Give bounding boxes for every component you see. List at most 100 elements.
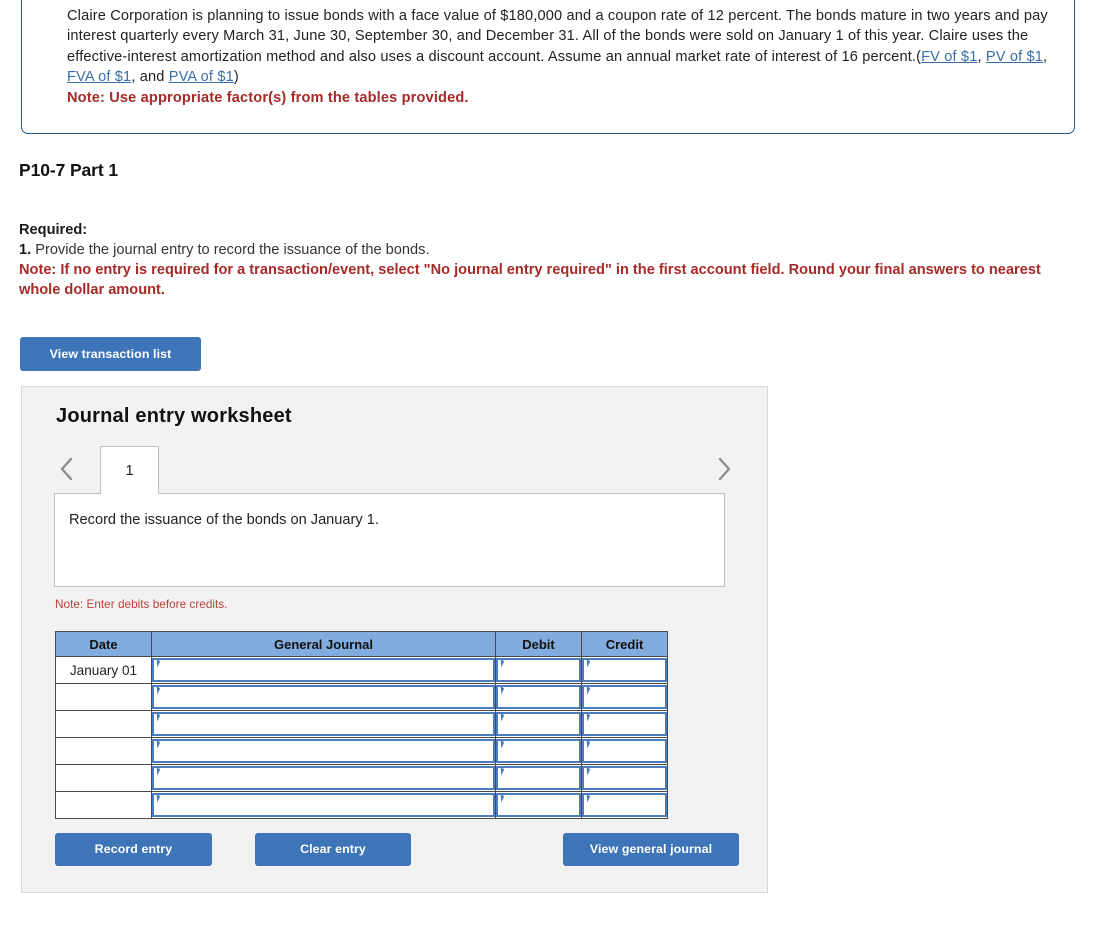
debit-input-3[interactable]: [496, 712, 581, 736]
view-general-journal-button[interactable]: View general journal: [563, 833, 739, 866]
cell-date: [55, 683, 152, 711]
journal-table-body: January 01: [55, 656, 668, 819]
required-item-text: Provide the journal entry to record the …: [31, 242, 430, 258]
worksheet-tab-1-label: 1: [125, 462, 134, 479]
view-transaction-list-button[interactable]: View transaction list: [20, 337, 201, 371]
debit-input-1[interactable]: [496, 658, 581, 682]
question-note: Note: Use appropriate factor(s) from the…: [67, 90, 469, 107]
required-note: Note: If no entry is required for a tran…: [19, 262, 1041, 298]
table-row: January 01: [55, 656, 668, 684]
chevron-left-icon[interactable]: [54, 452, 80, 486]
required-block: Required: 1. Provide the journal entry t…: [19, 220, 1079, 300]
question-paragraph-close: ): [233, 68, 239, 85]
credit-input-6[interactable]: [582, 793, 667, 817]
cell-general-journal: [151, 710, 496, 738]
transaction-description-box: Record the issuance of the bonds on Janu…: [54, 493, 725, 587]
account-select-1[interactable]: [152, 658, 495, 682]
required-label: Required:: [19, 222, 88, 238]
dropdown-marker-icon: [497, 713, 505, 722]
debit-input-2[interactable]: [496, 685, 581, 709]
cell-credit: [581, 656, 668, 684]
credit-input-2[interactable]: [582, 685, 667, 709]
dropdown-marker-icon: [153, 686, 161, 695]
journal-entry-worksheet-panel: Journal entry worksheet 1 Record the iss…: [21, 386, 768, 893]
cell-date: [55, 764, 152, 792]
debit-input-6[interactable]: [496, 793, 581, 817]
cell-debit: [495, 683, 582, 711]
cell-credit: [581, 710, 668, 738]
cell-general-journal: [151, 683, 496, 711]
pv-of-1-link[interactable]: PV of $1: [986, 49, 1043, 65]
link-separator-2: ,: [1043, 48, 1048, 65]
table-row: [55, 791, 668, 819]
credit-input-4[interactable]: [582, 739, 667, 763]
cell-general-journal: [151, 791, 496, 819]
credit-input-5[interactable]: [582, 766, 667, 790]
page-title: P10-7 Part 1: [19, 160, 118, 180]
debit-input-5[interactable]: [496, 766, 581, 790]
dropdown-marker-icon: [497, 767, 505, 776]
table-row: [55, 764, 668, 792]
clear-entry-button[interactable]: Clear entry: [255, 833, 411, 866]
dropdown-marker-icon: [583, 767, 591, 776]
question-prompt-box: Claire Corporation is planning to issue …: [21, 0, 1075, 134]
credit-input-3[interactable]: [582, 712, 667, 736]
cell-debit: [495, 764, 582, 792]
cell-date: [55, 791, 152, 819]
worksheet-tab-1[interactable]: 1: [100, 446, 159, 494]
link-separator-1: ,: [977, 48, 986, 65]
cell-general-journal: [151, 656, 496, 684]
required-item: 1. Provide the journal entry to record t…: [19, 240, 1079, 260]
dropdown-marker-icon: [583, 713, 591, 722]
dropdown-marker-icon: [497, 740, 505, 749]
table-row: [55, 683, 668, 711]
cell-credit: [581, 683, 668, 711]
dropdown-marker-icon: [583, 686, 591, 695]
link-separator-3: , and: [131, 68, 169, 85]
column-header-credit: Credit: [581, 631, 668, 657]
dropdown-marker-icon: [153, 740, 161, 749]
cell-credit: [581, 791, 668, 819]
cell-general-journal: [151, 737, 496, 765]
question-paragraph: Claire Corporation is planning to issue …: [67, 8, 1048, 65]
table-row: [55, 710, 668, 738]
worksheet-tab-strip: 1: [54, 446, 737, 494]
account-select-6[interactable]: [152, 793, 495, 817]
dropdown-marker-icon: [583, 740, 591, 749]
enter-debits-note: Note: Enter debits before credits.: [55, 597, 228, 611]
cell-date: [55, 737, 152, 765]
fv-of-1-link[interactable]: FV of $1: [921, 49, 977, 65]
fva-of-1-link[interactable]: FVA of $1: [67, 69, 131, 85]
question-text: Claire Corporation is planning to issue …: [67, 6, 1052, 108]
cell-credit: [581, 737, 668, 765]
account-select-3[interactable]: [152, 712, 495, 736]
dropdown-marker-icon: [153, 659, 161, 668]
journal-entry-table: Date General Journal Debit Credit Januar…: [55, 631, 668, 819]
transaction-description-text: Record the issuance of the bonds on Janu…: [69, 512, 379, 528]
dropdown-marker-icon: [153, 713, 161, 722]
pva-of-1-link[interactable]: PVA of $1: [169, 69, 234, 85]
required-item-number: 1.: [19, 242, 32, 258]
cell-date: January 01: [55, 656, 152, 684]
record-entry-button[interactable]: Record entry: [55, 833, 212, 866]
chevron-right-icon[interactable]: [711, 452, 737, 486]
table-row: [55, 737, 668, 765]
cell-debit: [495, 737, 582, 765]
credit-input-1[interactable]: [582, 658, 667, 682]
column-header-date: Date: [55, 631, 152, 657]
table-header-row: Date General Journal Debit Credit: [55, 631, 668, 657]
dropdown-marker-icon: [153, 794, 161, 803]
dropdown-marker-icon: [497, 794, 505, 803]
cell-date: [55, 710, 152, 738]
dropdown-marker-icon: [497, 686, 505, 695]
account-select-5[interactable]: [152, 766, 495, 790]
cell-credit: [581, 764, 668, 792]
debit-input-4[interactable]: [496, 739, 581, 763]
cell-debit: [495, 791, 582, 819]
dropdown-marker-icon: [583, 659, 591, 668]
account-select-4[interactable]: [152, 739, 495, 763]
account-select-2[interactable]: [152, 685, 495, 709]
dropdown-marker-icon: [497, 659, 505, 668]
cell-debit: [495, 710, 582, 738]
dropdown-marker-icon: [153, 767, 161, 776]
